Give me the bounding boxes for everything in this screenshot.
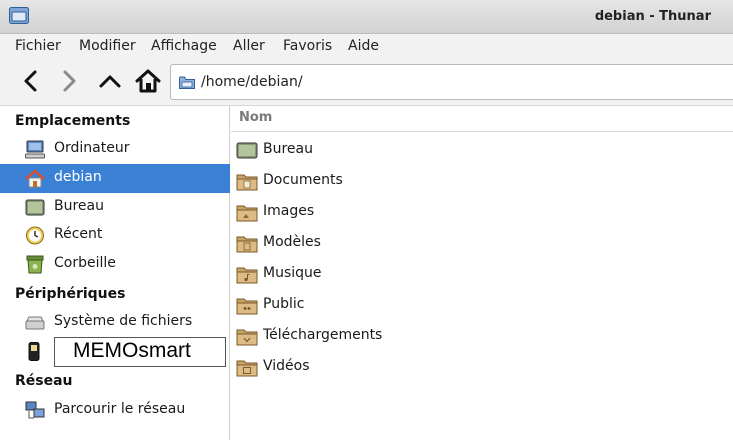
file-row-videos[interactable]: Vidéos xyxy=(231,352,733,382)
file-name: Modèles xyxy=(263,234,321,250)
sidebar-item-label: Ordinateur xyxy=(54,140,130,156)
menu-aide[interactable]: Aide xyxy=(348,38,379,54)
folder-download-icon xyxy=(236,329,258,346)
folder-videos-icon xyxy=(236,360,258,377)
file-row-images[interactable]: Images xyxy=(231,197,733,227)
recent-clock-icon xyxy=(26,226,44,245)
file-row-musique[interactable]: Musique xyxy=(231,259,733,289)
title-bar[interactable]: debian - Thunar xyxy=(0,0,733,34)
folder-pictures-icon xyxy=(236,205,258,222)
folder-music-icon xyxy=(236,267,258,284)
trash-icon xyxy=(26,255,44,274)
drive-icon xyxy=(25,316,45,330)
sidebar-item-label: Bureau xyxy=(54,198,104,214)
sidebar-item-label: Corbeille xyxy=(54,255,116,271)
sidebar-item-recent[interactable]: Récent xyxy=(0,221,230,250)
rename-input[interactable]: MEMOsmart xyxy=(54,337,226,367)
column-header-name[interactable]: Nom xyxy=(231,106,733,132)
back-button[interactable] xyxy=(16,66,46,96)
menu-fichier[interactable]: Fichier xyxy=(15,38,61,54)
column-header-label: Nom xyxy=(239,110,273,125)
file-manager-icon[interactable] xyxy=(9,7,29,24)
file-name: Musique xyxy=(263,265,322,281)
file-row-public[interactable]: Public xyxy=(231,290,733,320)
window-title: debian - Thunar xyxy=(594,9,711,24)
section-peripheriques: Périphériques xyxy=(15,286,126,302)
menu-favoris[interactable]: Favoris xyxy=(283,38,332,54)
file-name: Images xyxy=(263,203,315,219)
sidebar-item-systeme-de-fichiers[interactable]: Système de fichiers xyxy=(0,308,230,337)
sidebar-item-corbeille[interactable]: Corbeille xyxy=(0,250,230,279)
location-bar[interactable]: /home/debian/ xyxy=(170,64,733,100)
home-button[interactable] xyxy=(133,66,163,96)
phone-device-icon xyxy=(28,342,40,361)
file-row-telechargements[interactable]: Téléchargements xyxy=(231,321,733,351)
sidebar-item-parcourir-le-reseau[interactable]: Parcourir le réseau xyxy=(0,396,230,425)
location-path: /home/debian/ xyxy=(201,74,303,90)
sidebar-item-ordinateur[interactable]: Ordinateur xyxy=(0,135,230,164)
desktop-icon xyxy=(25,199,45,216)
parent-folder-button[interactable] xyxy=(95,66,125,96)
file-name: Vidéos xyxy=(263,358,310,374)
sidebar-item-debian[interactable]: debian xyxy=(0,164,230,193)
menu-modifier[interactable]: Modifier xyxy=(79,38,136,54)
file-name: Documents xyxy=(263,172,343,188)
sidebar-item-label: Système de fichiers xyxy=(54,313,193,329)
file-list: Nom Bureau Documents Images Modèles Musi… xyxy=(231,106,733,440)
file-name: Téléchargements xyxy=(263,327,383,343)
folder-documents-icon xyxy=(236,174,258,191)
computer-icon xyxy=(25,140,45,159)
section-emplacements: Emplacements xyxy=(15,113,131,129)
file-row-bureau[interactable]: Bureau xyxy=(231,135,733,165)
desktop-icon xyxy=(236,142,258,159)
section-reseau: Réseau xyxy=(15,373,73,389)
file-name: Bureau xyxy=(263,141,313,157)
sidebar-item-label: debian xyxy=(54,169,102,185)
menu-bar: Fichier Modifier Affichage Aller Favoris… xyxy=(0,34,733,58)
file-name: Public xyxy=(263,296,305,312)
sidebar-item-label: Récent xyxy=(54,226,103,242)
menu-aller[interactable]: Aller xyxy=(233,38,265,54)
menu-affichage[interactable]: Affichage xyxy=(151,38,217,54)
folder-templates-icon xyxy=(236,236,258,253)
sidebar-item-bureau[interactable]: Bureau xyxy=(0,193,230,222)
forward-button[interactable] xyxy=(54,66,84,96)
network-icon xyxy=(25,401,45,419)
file-row-modeles[interactable]: Modèles xyxy=(231,228,733,258)
folder-public-icon xyxy=(236,298,258,315)
home-icon xyxy=(25,169,45,188)
sidebar-item-label: Parcourir le réseau xyxy=(54,401,186,417)
folder-icon xyxy=(179,76,195,89)
file-row-documents[interactable]: Documents xyxy=(231,166,733,196)
